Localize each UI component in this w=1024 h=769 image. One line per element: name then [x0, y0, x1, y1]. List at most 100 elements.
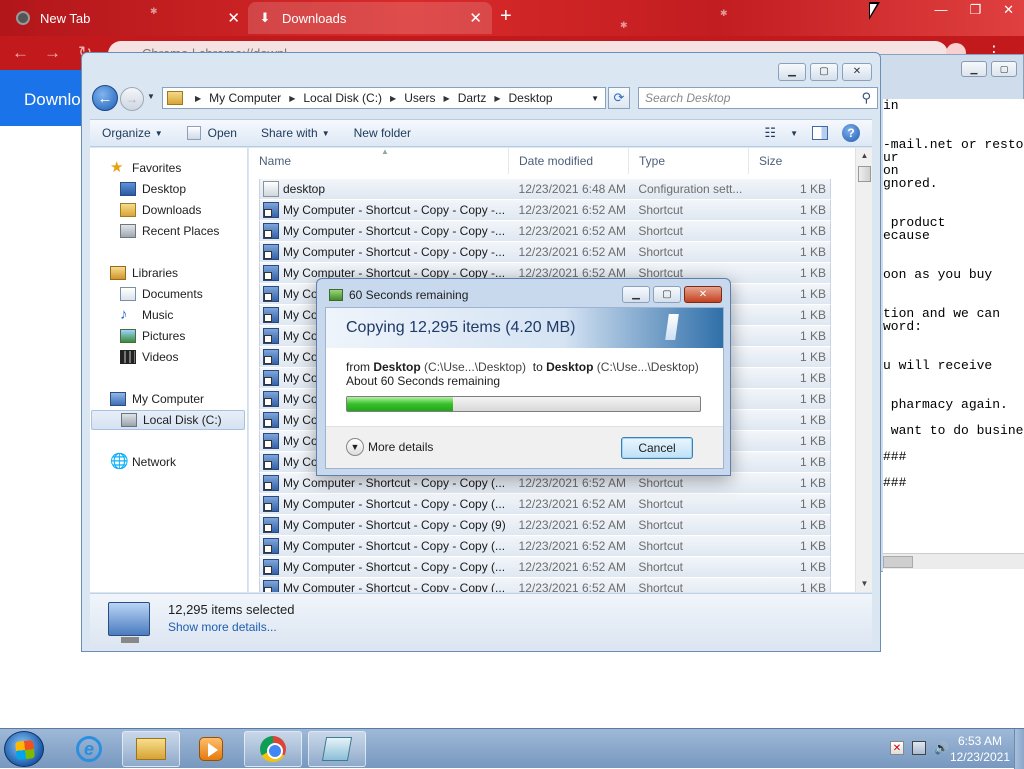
- vertical-scrollbar[interactable]: ▲ ▼: [855, 148, 872, 592]
- close-tab-icon[interactable]: ✕: [469, 9, 482, 27]
- forward-button[interactable]: →: [120, 87, 144, 111]
- new-tab-button[interactable]: +: [500, 6, 512, 26]
- action-center-icon[interactable]: ✕: [890, 741, 904, 755]
- show-more-details-link[interactable]: Show more details...: [168, 620, 277, 634]
- recent-pages-dropdown-icon[interactable]: ▼: [147, 92, 155, 101]
- breadcrumb-dartz[interactable]: Dartz: [458, 91, 487, 105]
- nav-my-computer[interactable]: My Computer: [110, 389, 204, 409]
- chevron-down-icon[interactable]: ▼: [591, 94, 599, 103]
- notepad-window[interactable]: ▁ ▢ in -mail.net or resto ur on gnored. prod…: [878, 54, 1024, 579]
- refresh-button[interactable]: ⟳: [608, 87, 630, 109]
- file-row[interactable]: My Computer - Shortcut - Copy - Copy (..…: [259, 578, 831, 592]
- notepad-line: pharmacy again.: [883, 397, 1008, 412]
- preview-pane-icon[interactable]: [812, 126, 828, 140]
- volume-icon[interactable]: 🔊: [934, 741, 949, 755]
- file-row[interactable]: desktop 12/23/2021 6:48 AM Configuration s…: [259, 179, 831, 200]
- file-row[interactable]: My Computer - Shortcut - Copy - Copy (..…: [259, 557, 831, 578]
- file-row[interactable]: My Computer - Shortcut - Copy - Copy (..…: [259, 494, 831, 515]
- minimize-icon[interactable]: ▁: [961, 61, 987, 77]
- chevron-right-icon[interactable]: ▶: [390, 94, 396, 103]
- chevron-down-icon[interactable]: ▼: [790, 129, 798, 138]
- breadcrumb-local-disk[interactable]: Local Disk (C:): [303, 91, 382, 105]
- show-desktop-button[interactable]: [1014, 729, 1024, 769]
- nav-item-desktop[interactable]: Desktop: [120, 179, 186, 199]
- file-row[interactable]: My Computer - Shortcut - Copy - Copy -..…: [259, 242, 831, 263]
- file-size: 1 KB: [799, 434, 826, 448]
- column-header-type[interactable]: Type: [629, 148, 749, 174]
- shortcut-icon: [263, 328, 279, 344]
- minimize-icon[interactable]: —: [934, 2, 947, 18]
- column-header-date-modified[interactable]: Date modified: [509, 148, 629, 174]
- nav-favorites[interactable]: ★ Favorites: [110, 158, 181, 178]
- network-tray-icon[interactable]: [912, 741, 926, 755]
- column-header-name[interactable]: ▲ Name: [249, 148, 509, 174]
- close-tab-icon[interactable]: ✕: [227, 9, 240, 27]
- back-button[interactable]: ←: [92, 85, 118, 111]
- taskbar-explorer[interactable]: [122, 731, 180, 767]
- close-icon[interactable]: ✕: [842, 63, 872, 81]
- file-size: 1 KB: [799, 287, 826, 301]
- address-bar[interactable]: ▶ My Computer ▶ Local Disk (C:) ▶ Users …: [162, 87, 606, 109]
- help-icon[interactable]: ?: [842, 124, 860, 142]
- file-row[interactable]: My Computer - Shortcut - Copy - Copy -..…: [259, 221, 831, 242]
- scrollbar-thumb[interactable]: [883, 556, 913, 568]
- nav-libraries[interactable]: Libraries: [110, 263, 178, 283]
- forward-arrow-icon[interactable]: →: [44, 43, 61, 63]
- restore-icon[interactable]: ❐: [969, 2, 981, 18]
- source-folder[interactable]: Desktop: [373, 360, 420, 374]
- nav-item-downloads[interactable]: Downloads: [120, 200, 201, 220]
- nav-item-music[interactable]: ♪ Music: [120, 305, 173, 325]
- notepad-text-area[interactable]: in -mail.net or resto ur on gnored. product e…: [883, 99, 1024, 579]
- search-icon[interactable]: ⚲: [861, 90, 871, 106]
- restore-icon[interactable]: ▢: [991, 61, 1017, 77]
- nav-network[interactable]: 🌐 Network: [110, 452, 176, 472]
- column-header-size[interactable]: Size: [749, 148, 829, 174]
- file-row[interactable]: My Computer - Shortcut - Copy - Copy -..…: [259, 200, 831, 221]
- nav-item-pictures[interactable]: Pictures: [120, 326, 185, 346]
- breadcrumb-desktop[interactable]: Desktop: [509, 91, 553, 105]
- taskbar-ie[interactable]: e: [60, 731, 118, 767]
- nav-label: Favorites: [132, 161, 182, 175]
- change-view-icon[interactable]: ☷: [764, 125, 776, 141]
- copy-progress-dialog[interactable]: 60 Seconds remaining ▁ ▢ ✕ Copying 12,29…: [316, 278, 731, 476]
- taskbar-chrome[interactable]: [244, 731, 302, 767]
- share-with-button[interactable]: Share with ▼: [249, 126, 342, 140]
- chevron-right-icon[interactable]: ▶: [494, 94, 500, 103]
- nav-item-local-disk[interactable]: Local Disk (C:): [91, 410, 245, 430]
- cancel-button[interactable]: Cancel: [621, 437, 693, 459]
- start-button[interactable]: [4, 731, 44, 767]
- taskbar-media-player[interactable]: [182, 731, 240, 767]
- open-button[interactable]: Open: [175, 126, 249, 140]
- chrome-tab-new-tab[interactable]: New Tab ✕: [6, 2, 250, 34]
- maximize-icon[interactable]: ▢: [810, 63, 838, 81]
- organize-button[interactable]: Organize ▼: [90, 126, 175, 140]
- chevron-right-icon[interactable]: ▶: [289, 94, 295, 103]
- breadcrumb-users[interactable]: Users: [404, 91, 435, 105]
- maximize-icon[interactable]: ▢: [653, 286, 681, 303]
- scroll-up-icon[interactable]: ▲: [856, 148, 872, 164]
- new-folder-button[interactable]: New folder: [342, 126, 423, 140]
- nav-item-recent-places[interactable]: Recent Places: [120, 221, 219, 241]
- chrome-tab-downloads[interactable]: ⬇ Downloads ✕: [248, 2, 492, 34]
- chevron-right-icon[interactable]: ▶: [444, 94, 450, 103]
- file-row[interactable]: My Computer - Shortcut - Copy - Copy (..…: [259, 473, 831, 494]
- minimize-icon[interactable]: ▁: [778, 63, 806, 81]
- more-details-button[interactable]: ▼ More details: [346, 438, 433, 456]
- minimize-icon[interactable]: ▁: [622, 286, 650, 303]
- back-arrow-icon[interactable]: ←: [12, 43, 29, 63]
- search-input[interactable]: Search Desktop ⚲: [638, 87, 878, 109]
- file-row[interactable]: My Computer - Shortcut - Copy - Copy (..…: [259, 536, 831, 557]
- close-icon[interactable]: ✕: [1003, 2, 1014, 18]
- clock[interactable]: 6:53 AM 12/23/2021: [950, 733, 1010, 765]
- nav-item-documents[interactable]: Documents: [120, 284, 203, 304]
- scroll-down-icon[interactable]: ▼: [856, 576, 872, 592]
- destination-folder[interactable]: Desktop: [546, 360, 593, 374]
- taskbar-notepad[interactable]: [308, 731, 366, 767]
- nav-item-videos[interactable]: Videos: [120, 347, 178, 367]
- file-row[interactable]: My Computer - Shortcut - Copy - Copy (9)…: [259, 515, 831, 536]
- close-icon[interactable]: ✕: [684, 286, 722, 303]
- chevron-right-icon[interactable]: ▶: [195, 94, 201, 103]
- breadcrumb-my-computer[interactable]: My Computer: [209, 91, 281, 105]
- scrollbar-thumb[interactable]: [858, 166, 871, 182]
- horizontal-scrollbar[interactable]: [883, 553, 1024, 569]
